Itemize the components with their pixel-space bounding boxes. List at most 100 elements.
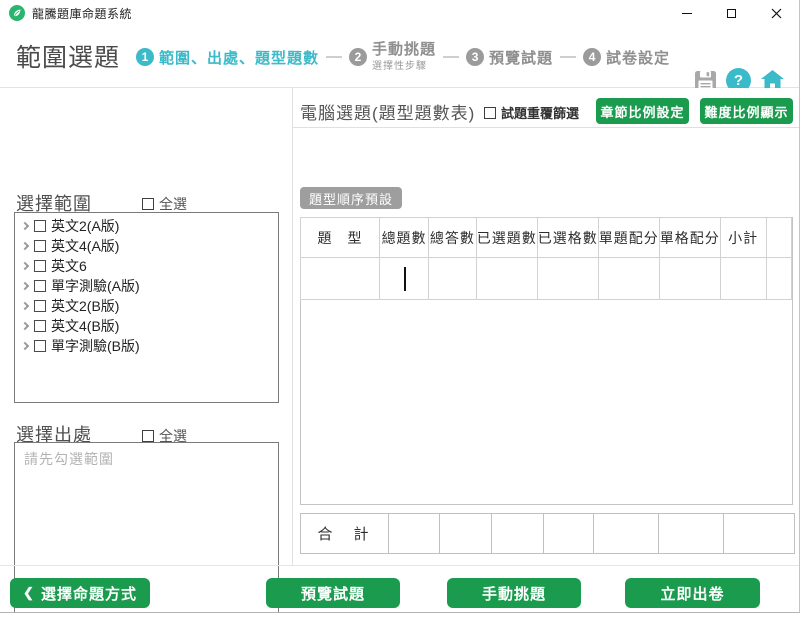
step-2-sublabel: 選擇性步驟 xyxy=(372,61,436,72)
total-cell xyxy=(659,514,724,554)
page-title: 範圍選題 xyxy=(16,38,120,74)
tree-item[interactable]: 英文2(B版) xyxy=(15,296,278,316)
window-controls xyxy=(664,0,799,26)
total-cell xyxy=(594,514,659,554)
source-placeholder: 請先勾選範圍 xyxy=(24,451,114,467)
text-caret xyxy=(404,267,406,291)
tree-item-checkbox[interactable] xyxy=(34,260,46,272)
cell-question-type[interactable] xyxy=(301,258,380,300)
right-panel: 電腦選題(題型題數表) 試題重覆篩選 章節比例設定 難度比例顯示 題型順序預設 … xyxy=(293,88,800,565)
table-header-row: 題 型總題數總答數已選題數已選格數單題配分單格配分小計 xyxy=(301,218,792,258)
duplicate-filter[interactable]: 試題重覆篩選 xyxy=(484,103,579,122)
cell-total-answers[interactable] xyxy=(429,258,477,300)
maximize-button[interactable] xyxy=(709,0,754,26)
table-header-cell xyxy=(766,218,791,258)
chevron-right-icon[interactable] xyxy=(21,282,29,290)
tree-item-checkbox[interactable] xyxy=(34,340,46,352)
back-to-method-button[interactable]: ❮ 選擇命題方式 xyxy=(10,578,150,608)
tree-item[interactable]: 單字測驗(B版) xyxy=(15,336,278,356)
step-3-label: 預覽試題 xyxy=(489,47,553,68)
close-button[interactable] xyxy=(754,0,799,26)
total-table: 合 計 xyxy=(300,513,795,554)
window-title: 龍騰題庫命題系統 xyxy=(32,5,132,22)
table-header-cell: 單格配分 xyxy=(659,218,720,258)
chevron-right-icon[interactable] xyxy=(21,322,29,330)
left-panel: 選擇範圍 全選 英文2(A版) 英文4(A版) xyxy=(0,88,293,565)
range-select-all-checkbox[interactable] xyxy=(142,198,154,210)
chevron-right-icon[interactable] xyxy=(21,302,29,310)
generate-exam-button[interactable]: 立即出卷 xyxy=(625,578,760,608)
step-1-label: 範圍、出處、題型題數 xyxy=(159,47,319,68)
tree-item-label: 英文4(A版) xyxy=(51,236,119,256)
step-3[interactable]: 3 預覽試題 xyxy=(466,47,553,68)
table-header-cell: 已選題數 xyxy=(476,218,537,258)
app-window: 龍騰題庫命題系統 範圍選題 1 範圍、出處、題型題數 2 手動挑題 xyxy=(0,0,800,613)
range-tree: 英文2(A版) 英文4(A版) 英文6 xyxy=(15,216,278,356)
preview-questions-button[interactable]: 預覽試題 xyxy=(266,578,400,608)
cell-score-per-blank[interactable] xyxy=(659,258,720,300)
footer-divider xyxy=(0,565,800,566)
chevron-right-icon[interactable] xyxy=(21,222,29,230)
tree-item-checkbox[interactable] xyxy=(34,240,46,252)
tree-item[interactable]: 英文6 xyxy=(15,256,278,276)
total-label: 合 計 xyxy=(317,526,371,543)
cell-selected-blanks[interactable] xyxy=(537,258,598,300)
tree-item[interactable]: 英文4(A版) xyxy=(15,236,278,256)
cell-total-questions[interactable] xyxy=(380,258,429,300)
table-header-cell: 題 型 xyxy=(301,218,380,258)
step-2-number: 2 xyxy=(349,48,367,66)
table-data-row xyxy=(301,258,792,300)
cell-selected-questions[interactable] xyxy=(476,258,537,300)
total-cell xyxy=(389,514,440,554)
tree-item-label: 單字測驗(B版) xyxy=(51,336,140,356)
tree-item-label: 英文4(B版) xyxy=(51,316,119,336)
panel-divider xyxy=(293,127,800,128)
range-select-all[interactable]: 全選 xyxy=(142,194,187,214)
table-header-cell: 總答數 xyxy=(429,218,477,258)
step-separator xyxy=(560,56,576,58)
tree-item[interactable]: 英文4(B版) xyxy=(15,316,278,336)
step-2[interactable]: 2 手動挑題 選擇性步驟 xyxy=(349,42,436,72)
maximize-icon xyxy=(727,9,736,18)
question-type-table: 題 型總題數總答數已選題數已選格數單題配分單格配分小計 xyxy=(300,217,792,300)
step-4[interactable]: 4 試卷設定 xyxy=(583,47,670,68)
source-select-all-checkbox[interactable] xyxy=(142,430,154,442)
minimize-button[interactable] xyxy=(664,0,709,26)
computer-selection-title: 電腦選題(題型題數表) xyxy=(300,99,475,124)
order-preset-button[interactable]: 題型順序預設 xyxy=(300,187,402,209)
table-header-cell: 總題數 xyxy=(380,218,429,258)
chevron-right-icon[interactable] xyxy=(21,262,29,270)
tree-item-checkbox[interactable] xyxy=(34,220,46,232)
question-table-container: 題 型總題數總答數已選題數已選格數單題配分單格配分小計 xyxy=(300,217,793,505)
step-separator xyxy=(443,56,459,58)
title-bar: 龍騰題庫命題系統 xyxy=(0,0,799,26)
app-logo-icon xyxy=(9,5,25,21)
range-select-all-label: 全選 xyxy=(159,194,187,214)
step-4-label: 試卷設定 xyxy=(606,47,670,68)
chevron-right-icon[interactable] xyxy=(21,342,29,350)
tree-item-checkbox[interactable] xyxy=(34,280,46,292)
tree-item[interactable]: 英文2(A版) xyxy=(15,216,278,236)
chevron-right-icon[interactable] xyxy=(21,242,29,250)
total-row: 合 計 xyxy=(301,514,795,554)
cell-subtotal[interactable] xyxy=(720,258,766,300)
chapter-ratio-button[interactable]: 章節比例設定 xyxy=(596,98,689,124)
page-header: 範圍選題 1 範圍、出處、題型題數 2 手動挑題 選擇性步驟 3 預覽試題 4 xyxy=(0,26,799,88)
tree-item-checkbox[interactable] xyxy=(34,300,46,312)
tree-item[interactable]: 單字測驗(A版) xyxy=(15,276,278,296)
difficulty-ratio-button[interactable]: 難度比例顯示 xyxy=(700,98,793,124)
table-header-cell: 單題配分 xyxy=(598,218,659,258)
table-header-cell: 小計 xyxy=(720,218,766,258)
total-cell xyxy=(724,514,795,554)
step-2-label: 手動挑題 xyxy=(372,42,436,59)
step-4-number: 4 xyxy=(583,48,601,66)
tree-item-checkbox[interactable] xyxy=(34,320,46,332)
duplicate-filter-checkbox[interactable] xyxy=(484,107,496,119)
cell-score-per-question[interactable] xyxy=(598,258,659,300)
range-tree-box: 英文2(A版) 英文4(A版) 英文6 xyxy=(14,212,279,403)
tree-item-label: 英文2(A版) xyxy=(51,216,119,236)
cell-extra[interactable] xyxy=(766,258,791,300)
tree-item-label: 英文6 xyxy=(51,256,87,276)
step-1[interactable]: 1 範圍、出處、題型題數 xyxy=(136,47,319,68)
manual-pick-button[interactable]: 手動挑題 xyxy=(447,578,581,608)
